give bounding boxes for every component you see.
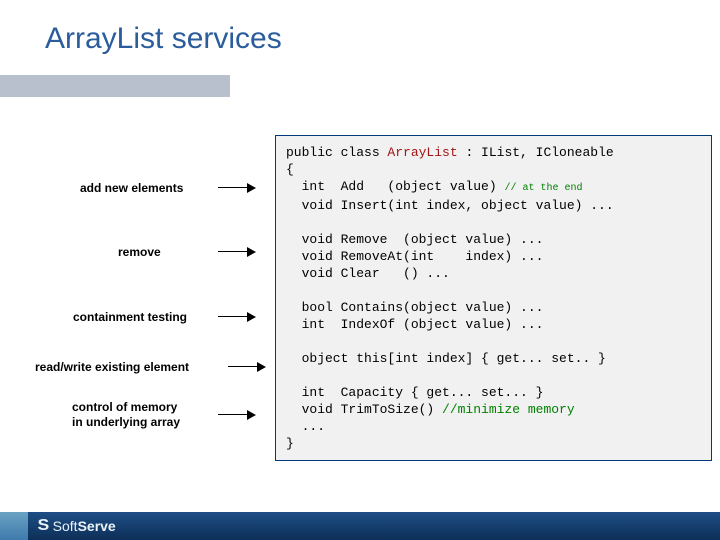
code-comment-end: // at the end [504,183,582,194]
label-containment: containment testing [73,310,187,324]
label-memory: control of memory in underlying array [72,400,180,430]
code-l2: { [286,162,294,177]
code-l10: bool Contains(object value) ... [286,300,543,315]
arrow-icon [218,312,258,322]
code-l15: int Capacity { get... set... } [286,385,543,400]
code-comment-min: //minimize memory [442,402,575,417]
code-classname: ArrayList [387,145,457,160]
logo-text-soft: Soft [53,518,78,534]
title-accent-bar [0,75,230,97]
footer-logo: S SoftServe [38,517,116,535]
label-add: add new elements [80,181,183,195]
arrow-icon [218,247,258,257]
label-remove: remove [118,245,161,259]
slide-title: ArrayList services [45,22,282,56]
logo-text-serve: Serve [78,518,116,534]
code-l7: void RemoveAt(int index) ... [286,249,543,264]
code-l13: object this[int index] { get... set.. } [286,351,606,366]
arrow-icon [218,183,258,193]
code-l18: } [286,436,294,451]
arrow-icon [218,410,258,420]
label-memory-line1: control of memory [72,400,177,414]
logo-mark-icon: S [37,517,49,535]
code-l3a: int Add (object value) [286,179,504,194]
code-l16a: void TrimToSize() [286,402,442,417]
code-listing: public class ArrayList : IList, ICloneab… [275,135,712,461]
label-readwrite: read/write existing element [35,360,189,374]
code-l17: ... [286,419,325,434]
code-l1c: : IList, ICloneable [458,145,614,160]
arrow-icon [228,362,268,372]
code-l1a: public class [286,145,387,160]
code-l6: void Remove (object value) ... [286,232,543,247]
code-l8: void Clear () ... [286,266,450,281]
footer-accent [0,512,28,540]
footer-bar: S SoftServe [0,512,720,540]
code-l11: int IndexOf (object value) ... [286,317,543,332]
label-memory-line2: in underlying array [72,415,180,429]
code-l4: void Insert(int index, object value) ... [286,198,614,213]
